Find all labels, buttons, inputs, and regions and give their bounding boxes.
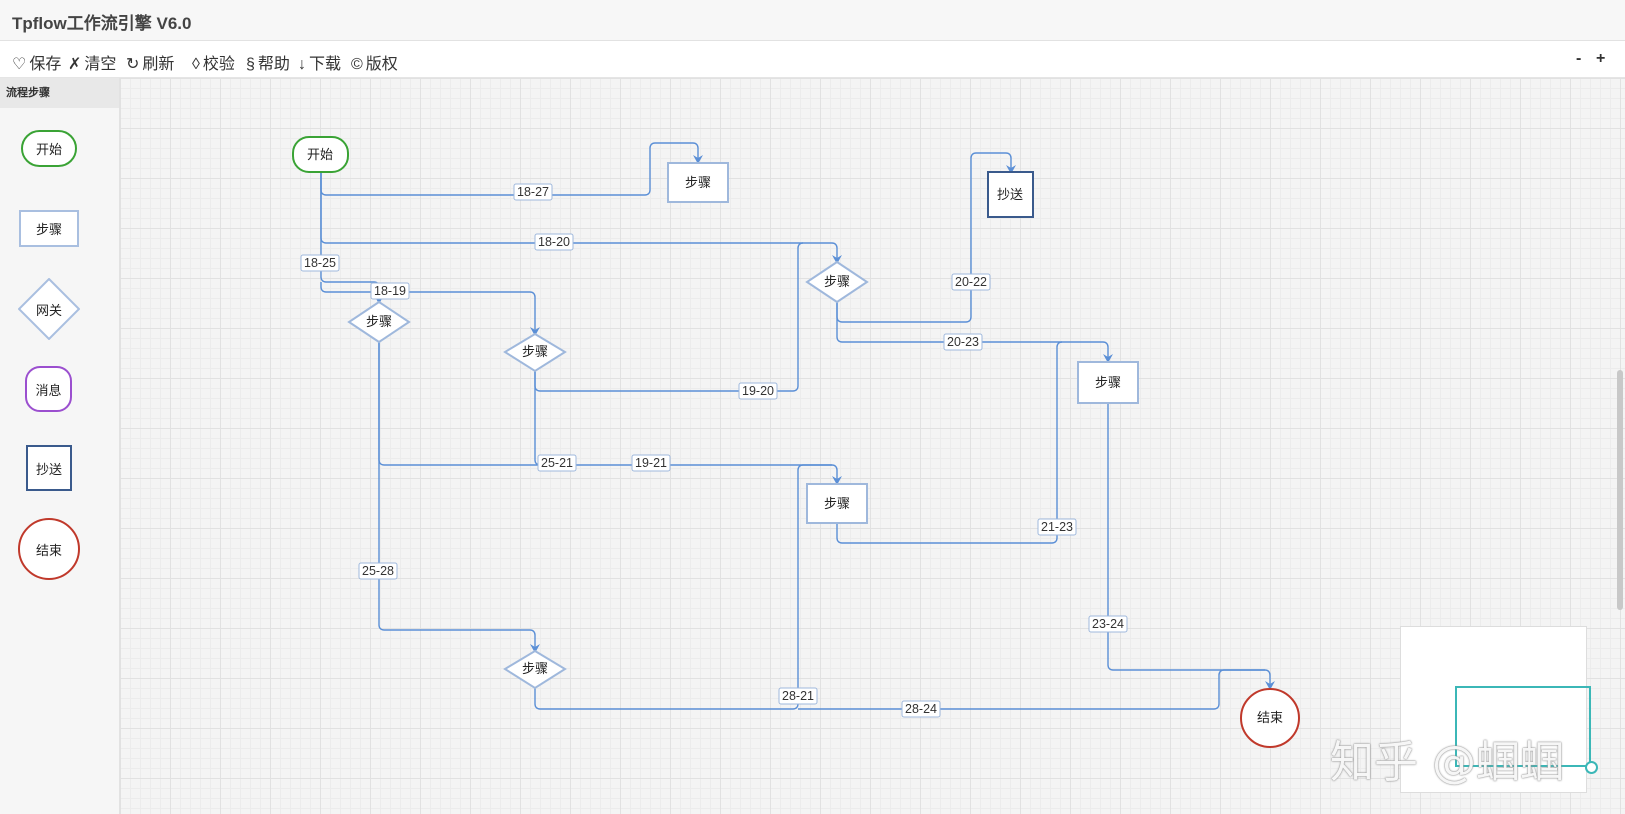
edge-20-22[interactable] [836, 152, 1016, 323]
edge-label-19-21-text: 19-21 [635, 456, 667, 470]
edge-label-18-19[interactable]: 18-19 [370, 282, 410, 300]
edge-18-27[interactable] [320, 142, 703, 196]
edge-label-28-21[interactable]: 28-21 [778, 687, 818, 705]
edge-label-25-28[interactable]: 25-28 [358, 562, 398, 580]
node-gateway-20-label: 步骤 [824, 274, 850, 289]
edge-label-18-20-text: 18-20 [538, 235, 570, 249]
edge-label-19-20-text: 19-20 [742, 384, 774, 398]
palette-start-node[interactable]: 开始 [21, 130, 77, 167]
edge-label-20-22[interactable]: 20-22 [951, 273, 991, 291]
refresh-button[interactable]: ↻ 刷新 [126, 50, 174, 74]
edge-label-28-24[interactable]: 28-24 [901, 700, 941, 718]
node-step-21[interactable]: 步骤 [806, 483, 868, 524]
edge-label-20-22-text: 20-22 [955, 275, 987, 289]
download-label: 下载 [309, 56, 342, 73]
edge-28-21[interactable] [534, 464, 832, 710]
vertical-scrollbar[interactable] [1617, 370, 1623, 610]
node-step-27-label: 步骤 [685, 175, 711, 190]
palette-end-node[interactable]: 结束 [18, 518, 80, 580]
edge-label-25-21[interactable]: 25-21 [537, 454, 577, 472]
node-gateway-25[interactable]: 步骤 [347, 300, 411, 344]
edge-label-28-24-text: 28-24 [905, 702, 937, 716]
node-step-21-label: 步骤 [824, 496, 850, 511]
validate-button[interactable]: ◊ 校验 [192, 50, 235, 74]
edge-label-18-20[interactable]: 18-20 [534, 233, 574, 251]
sidebar-title: 流程步骤 [0, 78, 119, 108]
node-start[interactable]: 开始 [292, 136, 349, 173]
node-gateway-19-label: 步骤 [522, 344, 548, 359]
save-label: 保存 [29, 56, 62, 73]
edge-label-19-21[interactable]: 19-21 [631, 454, 671, 472]
title-bar: Tpflow工作流引擎 V6.0 [0, 0, 1625, 41]
edge-label-19-20[interactable]: 19-20 [738, 382, 778, 400]
edge-20-23[interactable] [836, 302, 1113, 363]
edge-19-21[interactable] [534, 371, 541, 466]
edge-label-21-23-text: 21-23 [1041, 520, 1073, 534]
node-gateway-20[interactable]: 步骤 [805, 260, 869, 304]
edge-label-25-21-text: 25-21 [541, 456, 573, 470]
palette-cc-node[interactable]: 抄送 [26, 445, 72, 491]
clear-button[interactable]: ✗ 清空 [68, 50, 116, 74]
edge-label-18-25[interactable]: 18-25 [300, 254, 340, 272]
zoom-in-button[interactable]: + [1596, 50, 1605, 68]
edge-label-18-19-text: 18-19 [374, 284, 406, 298]
zoom-out-button[interactable]: - [1576, 50, 1581, 68]
edge-19-20[interactable] [534, 242, 804, 392]
zhihu-watermark: 知乎 @蝈蝈 [1330, 737, 1564, 788]
heart-icon: ♡ [12, 56, 27, 73]
palette-gateway-label: 网关 [35, 302, 62, 318]
cross-icon: ✗ [68, 56, 82, 73]
node-cc-22-label: 抄送 [997, 187, 1023, 202]
edge-label-18-25-text: 18-25 [304, 256, 336, 270]
node-gateway-25-label: 步骤 [366, 314, 392, 329]
refresh-icon: ↻ [126, 56, 140, 73]
node-start-label: 开始 [307, 147, 333, 162]
refresh-label: 刷新 [142, 56, 175, 73]
node-gateway-19[interactable]: 步骤 [503, 332, 567, 373]
edge-label-23-24[interactable]: 23-24 [1088, 615, 1128, 633]
edge-label-28-21-text: 28-21 [782, 689, 814, 703]
edge-18-19[interactable] [320, 282, 540, 336]
copyright-label: 版权 [365, 56, 398, 73]
download-arrow-icon: ↓ [298, 56, 306, 73]
help-button[interactable]: § 帮助 [246, 50, 290, 74]
palette-message-node[interactable]: 消息 [25, 366, 72, 412]
edge-18-20[interactable] [320, 172, 842, 264]
edge-25-21[interactable] [378, 342, 842, 485]
copyright-icon: © [351, 56, 363, 73]
diamond-icon: ◊ [192, 56, 200, 73]
node-cc-22[interactable]: 抄送 [987, 171, 1034, 218]
node-step-23-label: 步骤 [1095, 375, 1121, 390]
edge-label-18-27[interactable]: 18-27 [513, 183, 553, 201]
copyright-button[interactable]: © 版权 [351, 50, 398, 74]
edge-label-23-24-text: 23-24 [1092, 617, 1124, 631]
node-gateway-28-label: 步骤 [522, 661, 548, 676]
edge-label-21-23[interactable]: 21-23 [1037, 518, 1077, 536]
edge-18-25[interactable] [320, 172, 384, 304]
download-button[interactable]: ↓ 下载 [298, 50, 341, 74]
section-icon: § [246, 56, 255, 73]
edge-label-25-28-text: 25-28 [362, 564, 394, 578]
node-gateway-28[interactable]: 步骤 [503, 649, 567, 690]
edge-label-20-23[interactable]: 20-23 [943, 333, 983, 351]
node-end-24[interactable]: 结束 [1240, 688, 1300, 748]
app-title: Tpflow工作流引擎 V6.0 [12, 14, 192, 33]
node-end-24-label: 结束 [1257, 710, 1283, 725]
toolbar: ♡ 保存 ✗ 清空 ↻ 刷新 ◊ 校验 § 帮助 ↓ 下载 © 版权 - + [0, 41, 1625, 78]
save-button[interactable]: ♡ 保存 [12, 50, 61, 74]
minimap-resize-handle[interactable] [1585, 761, 1598, 774]
edge-23-24[interactable] [1107, 403, 1275, 690]
edge-label-20-23-text: 20-23 [947, 335, 979, 349]
palette-gateway-node[interactable]: 网关 [18, 278, 80, 340]
node-step-27[interactable]: 步骤 [667, 162, 729, 203]
palette-step-node[interactable]: 步骤 [19, 210, 79, 247]
validate-label: 校验 [202, 56, 235, 73]
edge-label-18-27-text: 18-27 [517, 185, 549, 199]
clear-label: 清空 [84, 56, 117, 73]
node-step-23[interactable]: 步骤 [1077, 361, 1139, 404]
edge-25-28[interactable] [378, 342, 540, 653]
edge-21-23[interactable] [836, 341, 1063, 544]
help-label: 帮助 [257, 56, 290, 73]
edge-28-24[interactable] [798, 669, 1265, 710]
